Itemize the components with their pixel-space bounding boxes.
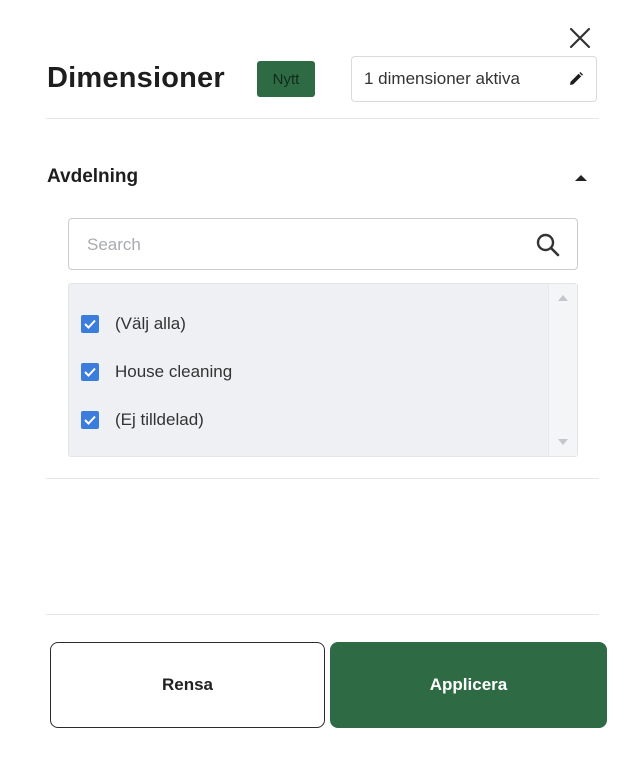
checkbox[interactable] <box>81 363 99 381</box>
list-item-label: (Välj alla) <box>115 314 186 333</box>
list-item-select-all[interactable]: (Välj alla) <box>81 309 186 339</box>
collapse-section-button[interactable] <box>568 168 594 188</box>
active-dimensions-label: 1 dimensioner aktiva <box>364 69 520 88</box>
dimension-value-list: (Välj alla) House cleaning (Ej tilldelad… <box>68 283 578 457</box>
new-badge: Nytt <box>257 61 315 97</box>
search-box <box>68 218 578 270</box>
checkbox[interactable] <box>81 315 99 333</box>
header: Dimensioner Nytt 1 dimensioner aktiva <box>47 56 599 104</box>
clear-button[interactable]: Rensa <box>50 642 325 728</box>
apply-button[interactable]: Applicera <box>330 642 607 728</box>
check-icon <box>84 415 96 425</box>
scroll-down-arrow-icon[interactable] <box>558 438 568 446</box>
list-scrollbar[interactable] <box>548 284 577 456</box>
section-divider <box>46 478 599 479</box>
search-input[interactable] <box>85 229 519 261</box>
search-icon[interactable] <box>535 232 561 258</box>
close-button[interactable] <box>566 24 594 52</box>
checkbox[interactable] <box>81 411 99 429</box>
list-item-label: (Ej tilldelad) <box>115 410 204 429</box>
footer-divider <box>46 614 599 615</box>
scroll-up-arrow-icon[interactable] <box>558 294 568 302</box>
active-dimensions-button[interactable]: 1 dimensioner aktiva <box>351 56 597 102</box>
list-item-unassigned[interactable]: (Ej tilldelad) <box>81 405 204 435</box>
header-divider <box>46 118 599 119</box>
close-icon <box>569 27 591 49</box>
section-title: Avdelning <box>47 166 139 187</box>
list-item-label: House cleaning <box>115 362 233 381</box>
list-item-house-cleaning[interactable]: House cleaning <box>81 357 232 387</box>
page-title: Dimensioner <box>47 62 225 94</box>
check-icon <box>84 367 96 377</box>
check-icon <box>84 319 96 329</box>
pencil-icon <box>570 72 583 85</box>
caret-up-icon <box>575 175 587 181</box>
